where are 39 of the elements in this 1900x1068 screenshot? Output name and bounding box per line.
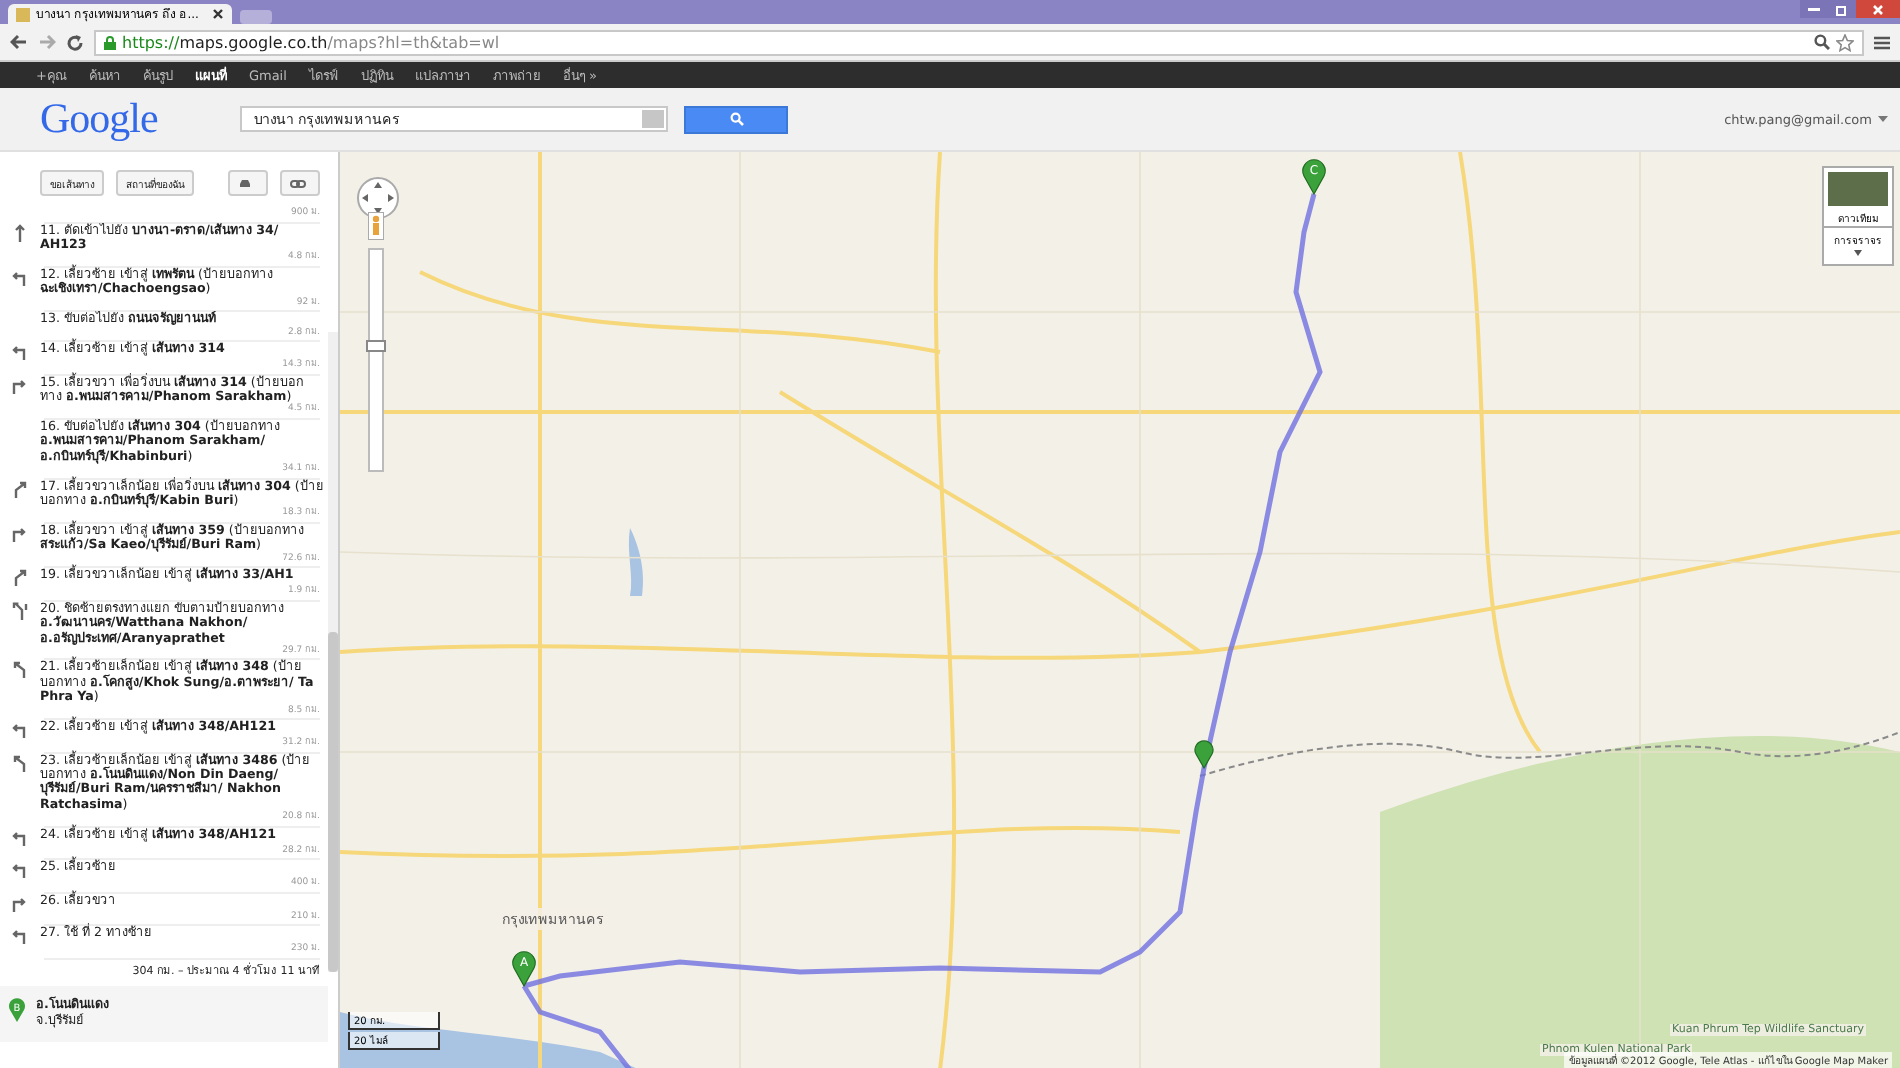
reload-icon[interactable] (66, 33, 84, 51)
slight-right-turn-icon (9, 479, 27, 498)
map-favicon-icon (16, 7, 30, 21)
caret-icon (1854, 250, 1862, 256)
caret-icon[interactable] (1878, 116, 1888, 122)
address-field[interactable]: https://maps.google.co.th/maps?hl=th&tab=wl (94, 29, 1864, 55)
map-marker[interactable] (1194, 740, 1214, 769)
right-turn-icon (9, 893, 27, 912)
forward-icon[interactable] (38, 34, 56, 50)
menu-icon[interactable] (1874, 35, 1890, 49)
close-window-icon[interactable] (1856, 0, 1900, 18)
scrollbar[interactable] (328, 332, 338, 972)
keep-left-turn-icon (9, 601, 27, 620)
left-turn-icon (9, 860, 27, 879)
right-turn-icon (9, 375, 27, 394)
left-turn-icon (9, 827, 27, 846)
google-logo[interactable]: Google (40, 94, 194, 144)
star-icon[interactable] (1836, 33, 1854, 51)
pan-control-icon[interactable] (356, 176, 400, 220)
left-turn-icon (9, 720, 27, 739)
zoom-slider-thumb[interactable] (366, 340, 386, 352)
url-text: https://maps.google.co.th/maps?hl=th&tab=wl (122, 33, 500, 51)
search-icon[interactable] (1814, 34, 1830, 50)
lock-icon (104, 35, 116, 49)
search-icon (729, 112, 743, 126)
left-turn-icon (9, 267, 27, 286)
right-turn-icon (9, 523, 27, 542)
slight-right-turn-icon (9, 568, 27, 587)
left-turn-icon (9, 926, 27, 945)
link-icon[interactable] (280, 170, 320, 196)
slight-left-turn-icon (9, 753, 27, 772)
restore-icon[interactable] (1828, 0, 1856, 18)
search-button[interactable] (684, 105, 788, 133)
close-icon[interactable] (212, 8, 224, 20)
zoom-slider[interactable] (368, 248, 384, 472)
left-turn-icon (9, 342, 27, 361)
minimize-icon[interactable] (1800, 0, 1828, 18)
back-icon[interactable] (10, 34, 28, 50)
slight-left-turn-icon (9, 660, 27, 679)
